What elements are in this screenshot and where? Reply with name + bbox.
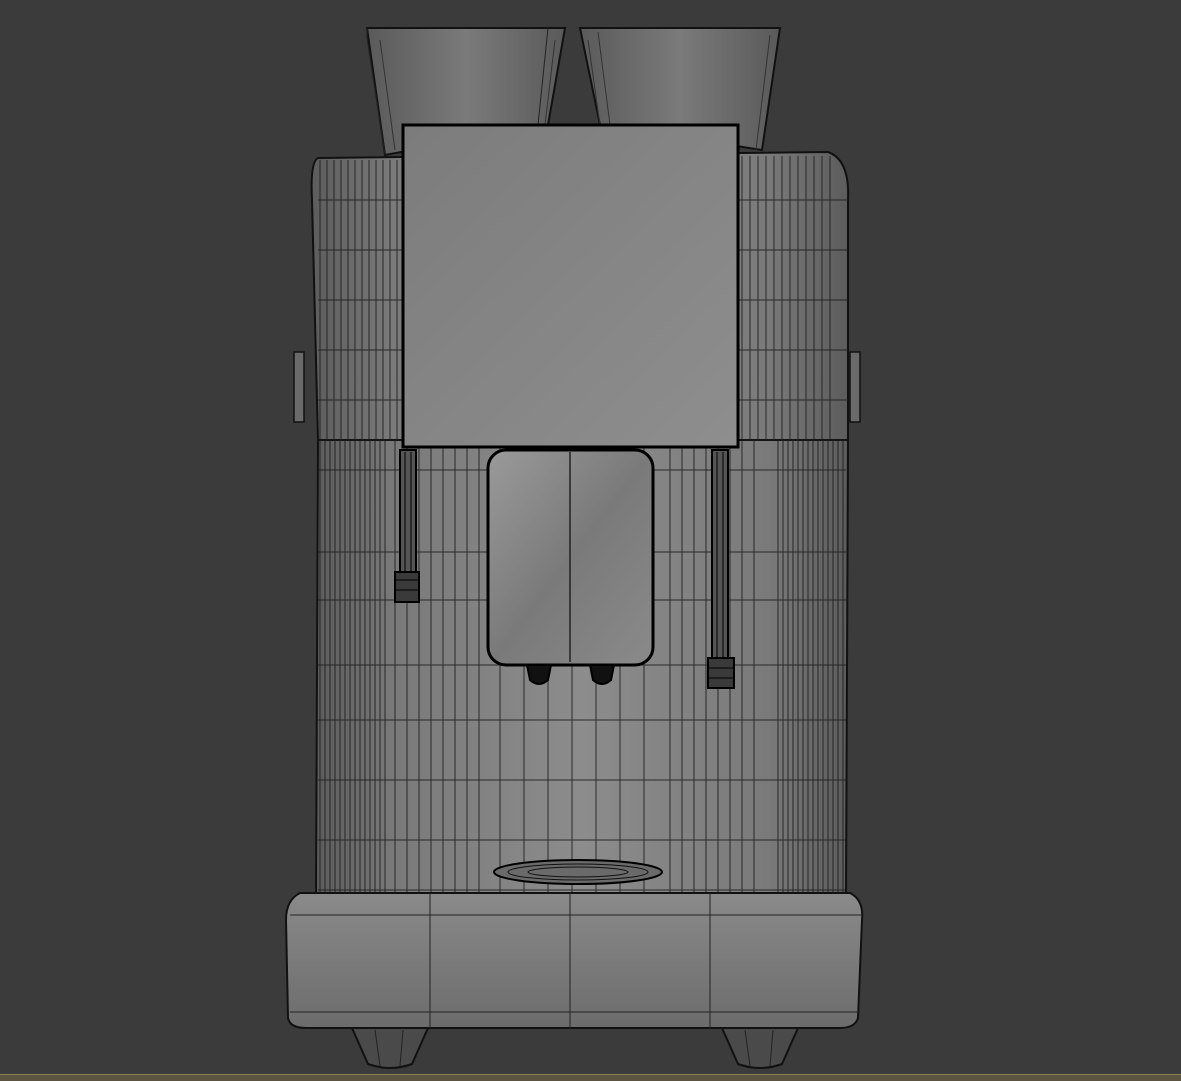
machine-foot-left bbox=[350, 1027, 430, 1069]
drip-tray bbox=[284, 892, 864, 1029]
coffee-machine-wireframe bbox=[284, 27, 864, 1069]
3d-viewport[interactable] bbox=[0, 0, 1181, 1081]
front-panel bbox=[401, 123, 740, 449]
dispenser-window bbox=[486, 448, 655, 667]
coffee-spout-right bbox=[588, 664, 616, 685]
coffee-spout-left bbox=[525, 664, 553, 685]
cup-grate bbox=[493, 859, 663, 885]
machine-foot-right bbox=[720, 1027, 800, 1069]
